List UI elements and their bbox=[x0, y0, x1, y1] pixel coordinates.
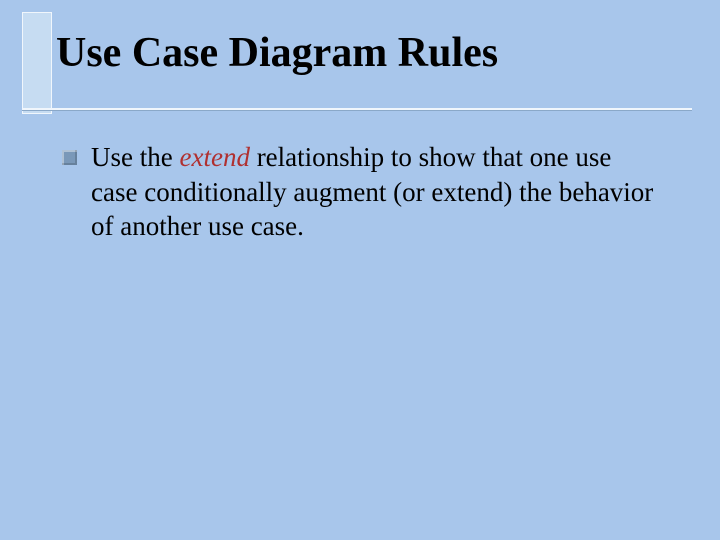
slide-title: Use Case Diagram Rules bbox=[56, 30, 680, 88]
bullet-text-pre: Use the bbox=[91, 142, 179, 172]
square-bullet-icon bbox=[62, 150, 77, 165]
bullet-text: Use the extend relationship to show that… bbox=[91, 140, 660, 244]
slide: Use Case Diagram Rules Use the extend re… bbox=[0, 0, 720, 540]
title-accent-box bbox=[22, 12, 52, 114]
title-block: Use Case Diagram Rules bbox=[56, 30, 680, 88]
bullet-text-emph: extend bbox=[179, 142, 249, 172]
body-block: Use the extend relationship to show that… bbox=[62, 140, 660, 244]
bullet-item: Use the extend relationship to show that… bbox=[62, 140, 660, 244]
title-underline bbox=[22, 108, 692, 111]
